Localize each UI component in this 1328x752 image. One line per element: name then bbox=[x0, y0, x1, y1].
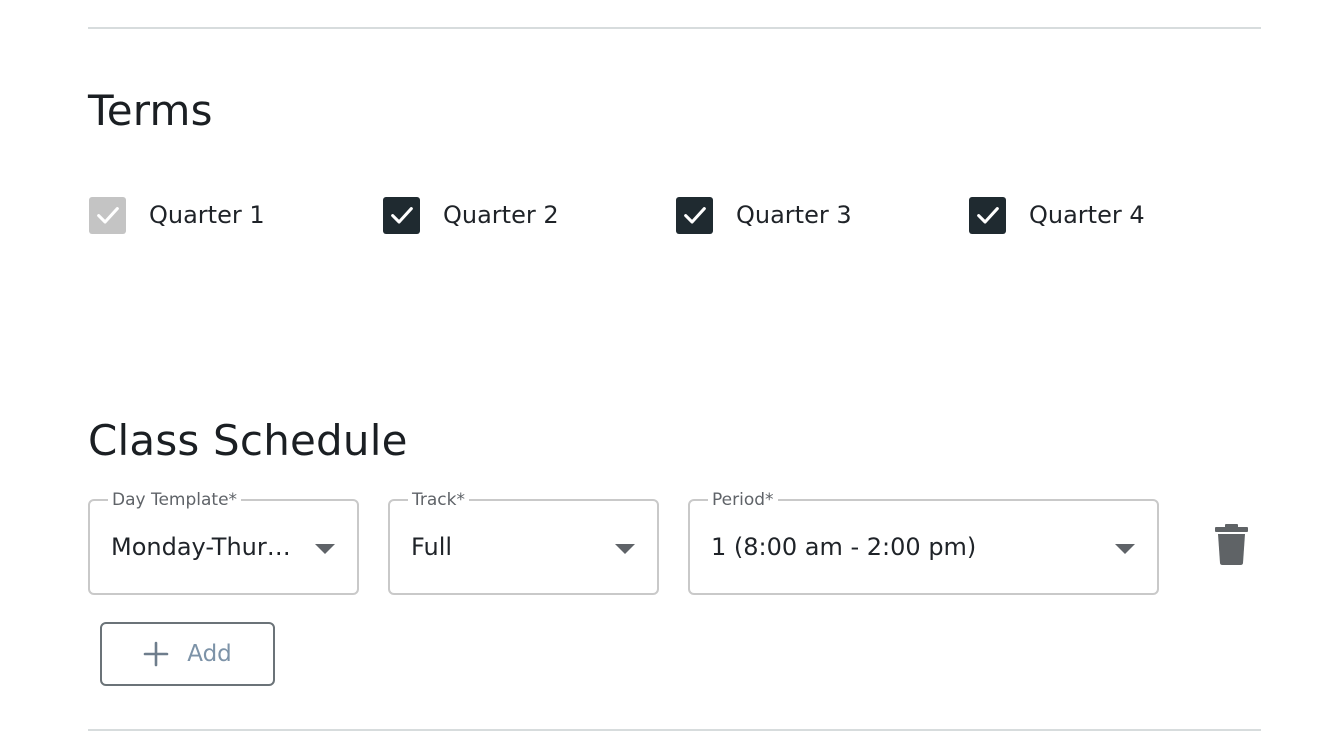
page: Terms Quarter 1 Quarter 2 Quarter 3 Quar… bbox=[0, 0, 1328, 752]
day-template-select[interactable]: Day Template* Monday-Thur… bbox=[88, 490, 359, 595]
track-value: Full bbox=[411, 533, 453, 561]
track-select[interactable]: Track* Full bbox=[388, 490, 659, 595]
term-checkbox-quarter-2[interactable]: Quarter 2 bbox=[383, 196, 559, 234]
checkbox-icon bbox=[383, 196, 420, 234]
track-label: Track* bbox=[408, 490, 469, 510]
chevron-down-icon bbox=[315, 544, 335, 554]
plus-icon bbox=[143, 641, 169, 667]
class-schedule-heading: Class Schedule bbox=[88, 416, 408, 465]
period-label: Period* bbox=[708, 490, 778, 510]
day-template-label: Day Template* bbox=[108, 490, 242, 510]
checkbox-icon bbox=[969, 196, 1006, 234]
checkbox-icon bbox=[89, 196, 126, 234]
bottom-divider bbox=[88, 729, 1261, 731]
chevron-down-icon bbox=[615, 544, 635, 554]
term-label: Quarter 1 bbox=[149, 201, 265, 229]
term-label: Quarter 4 bbox=[1029, 201, 1145, 229]
chevron-down-icon bbox=[1115, 544, 1135, 554]
term-label: Quarter 2 bbox=[443, 201, 559, 229]
add-button[interactable]: Add bbox=[100, 622, 275, 686]
add-button-label: Add bbox=[187, 641, 232, 667]
term-checkbox-quarter-1[interactable]: Quarter 1 bbox=[89, 196, 265, 234]
top-divider bbox=[88, 27, 1261, 29]
terms-heading: Terms bbox=[88, 86, 213, 135]
checkbox-icon bbox=[676, 196, 713, 234]
period-select[interactable]: Period* 1 (8:00 am - 2:00 pm) bbox=[688, 490, 1159, 595]
period-value: 1 (8:00 am - 2:00 pm) bbox=[711, 533, 977, 561]
day-template-value: Monday-Thur… bbox=[111, 533, 291, 561]
term-checkbox-quarter-4[interactable]: Quarter 4 bbox=[969, 196, 1145, 234]
trash-icon[interactable] bbox=[1214, 522, 1249, 566]
term-label: Quarter 3 bbox=[736, 201, 852, 229]
term-checkbox-quarter-3[interactable]: Quarter 3 bbox=[676, 196, 852, 234]
